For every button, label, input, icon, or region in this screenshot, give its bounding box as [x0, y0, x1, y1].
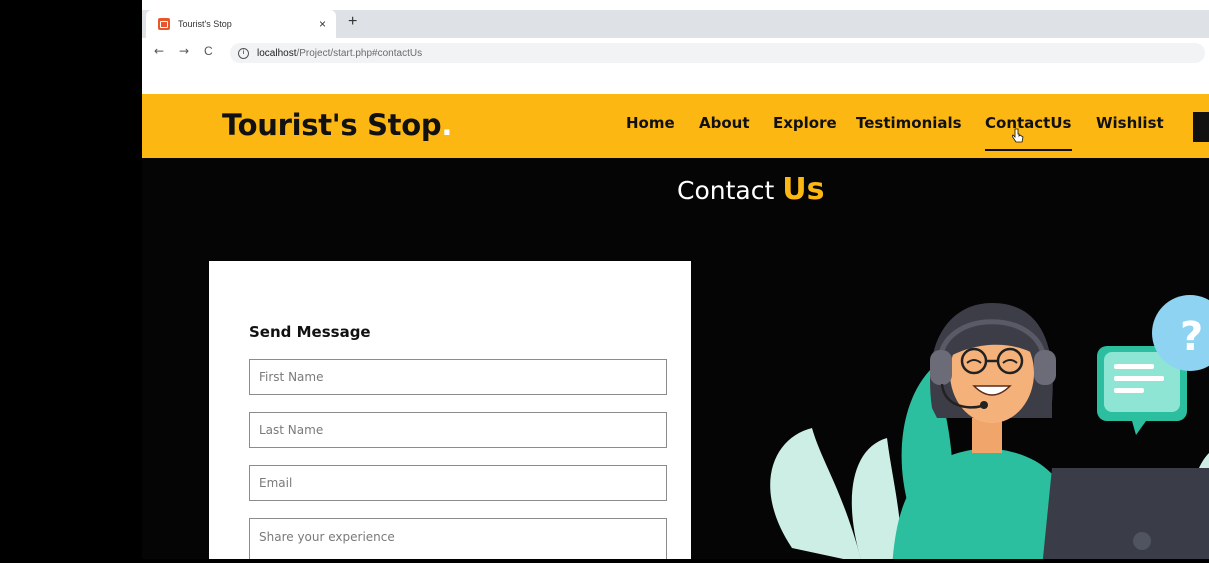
- forward-button[interactable]: →: [179, 44, 189, 58]
- nav-home[interactable]: Home: [626, 114, 675, 132]
- info-icon[interactable]: i: [238, 47, 249, 59]
- new-tab-button[interactable]: +: [348, 13, 357, 31]
- section-title-accent: Us: [782, 172, 825, 207]
- letterbox-bottom: [0, 559, 1209, 563]
- leaf-left-small: [851, 438, 902, 559]
- section-title-prefix: Contact: [677, 176, 775, 205]
- contact-form-card: Send Message: [209, 261, 691, 559]
- tab-title: Tourist's Stop: [178, 19, 232, 29]
- support-agent-illustration: ?: [770, 295, 1209, 559]
- active-nav-underline: [985, 149, 1072, 151]
- nav-about[interactable]: About: [699, 114, 750, 132]
- form-heading: Send Message: [249, 323, 371, 341]
- last-name-input[interactable]: [249, 412, 667, 448]
- tab-strip: Tourist's Stop × +: [142, 10, 1209, 38]
- site-logo[interactable]: Tourist's Stop.: [222, 108, 452, 142]
- url-text: localhost/Project/start.php#contactUs: [257, 48, 422, 59]
- url-path: /Project/start.php#contactUs: [296, 47, 423, 59]
- question-mark-icon: ?: [1180, 314, 1203, 360]
- header-action-button[interactable]: [1193, 112, 1209, 142]
- back-button[interactable]: ←: [154, 44, 164, 58]
- browser-tab[interactable]: Tourist's Stop ×: [146, 10, 336, 38]
- section-title: Contact Us: [677, 172, 824, 207]
- experience-textarea[interactable]: [249, 518, 667, 559]
- site-header: Tourist's Stop. Home About Explore Testi…: [142, 94, 1209, 158]
- laptop: [1042, 468, 1209, 559]
- logo-text: Tourist's Stop: [222, 108, 442, 142]
- letterbox-left: [0, 0, 142, 563]
- browser-toolbar: ← → C i localhost/Project/start.php#cont…: [142, 38, 1209, 68]
- contact-section: Contact Us Send Message ?: [142, 158, 1209, 559]
- pointer-cursor-icon: [1012, 128, 1024, 143]
- logo-dot: .: [441, 108, 453, 142]
- leaf-left-large: [770, 428, 861, 559]
- first-name-input[interactable]: [249, 359, 667, 395]
- browser-favicon: [158, 18, 170, 30]
- tab-close-button[interactable]: ×: [319, 17, 326, 31]
- address-bar[interactable]: i localhost/Project/start.php#contactUs: [230, 43, 1205, 63]
- url-host: localhost: [257, 47, 297, 59]
- reload-button[interactable]: C: [204, 44, 213, 58]
- nav-explore[interactable]: Explore: [773, 114, 837, 132]
- nav-contactus[interactable]: ContactUs: [985, 114, 1071, 132]
- browser-chrome: Tourist's Stop × + ← → C i localhost/Pro…: [142, 0, 1209, 94]
- email-input[interactable]: [249, 465, 667, 501]
- nav-wishlist[interactable]: Wishlist: [1096, 114, 1164, 132]
- nav-testimonials[interactable]: Testimonials: [856, 114, 962, 132]
